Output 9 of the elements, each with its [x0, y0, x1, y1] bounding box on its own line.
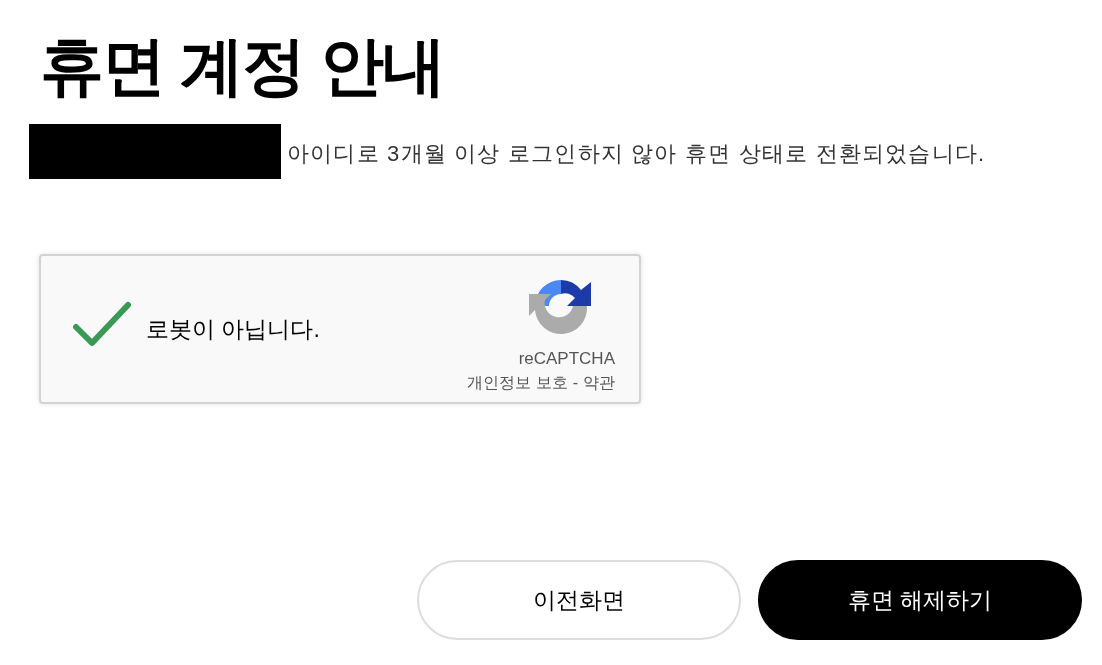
page-title: 휴면 계정 안내	[40, 29, 444, 104]
back-button[interactable]: 이전화면	[417, 560, 741, 640]
separator-text: -	[572, 373, 578, 393]
privacy-link[interactable]: 개인정보 보호	[467, 373, 568, 393]
release-dormancy-button[interactable]: 휴면 해제하기	[758, 560, 1082, 640]
captcha-label: 로봇이 아닙니다.	[146, 314, 320, 344]
notice-text: 아이디로 3개월 이상 로그인하지 않아 휴면 상태로 전환되었습니다.	[287, 139, 986, 168]
brand-name: reCAPTCHA	[518, 348, 615, 370]
terms-link[interactable]: 약관	[583, 373, 615, 393]
